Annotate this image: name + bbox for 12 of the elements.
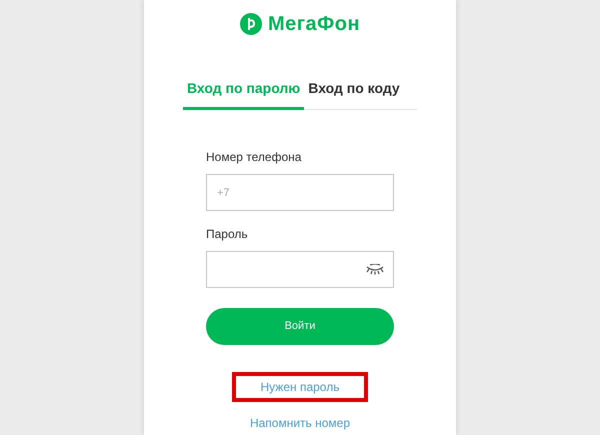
logo-icon [240, 13, 262, 35]
tab[interactable]: Вход по паролю [183, 78, 304, 110]
field-label: Номер телефона [206, 149, 302, 166]
phone-field[interactable]: +7 [206, 174, 394, 211]
password-field[interactable] [206, 251, 394, 288]
tab[interactable]: Вход по коду [304, 78, 404, 110]
field-label: Пароль [206, 226, 249, 243]
link[interactable]: Нужен пароль [232, 372, 368, 402]
closed-eye-icon[interactable] [365, 264, 385, 276]
login-button[interactable]: Войти [206, 308, 394, 345]
link[interactable]: Напомнить номер [250, 414, 350, 432]
logo-text: МегаФон [268, 12, 360, 37]
